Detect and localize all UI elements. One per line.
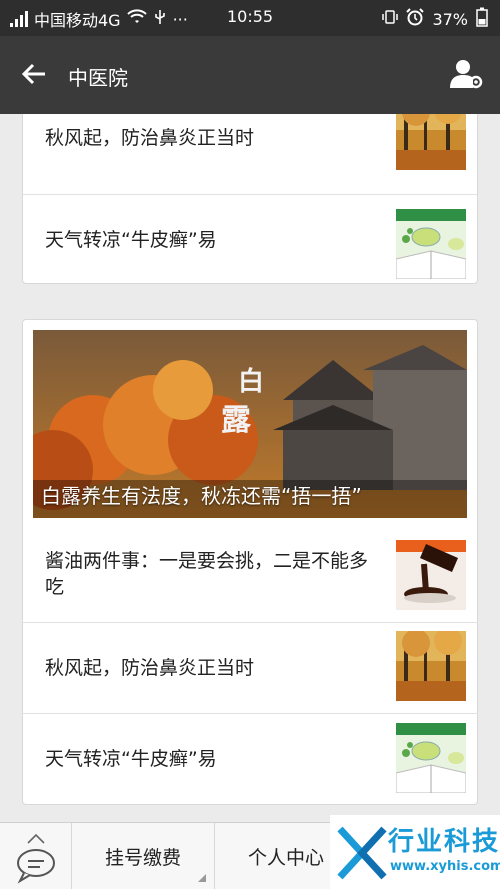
tab-register-pay[interactable]: 挂号缴费 — [72, 823, 215, 889]
alarm-icon — [406, 8, 425, 30]
app-header: 中医院 — [0, 36, 500, 114]
battery-icon — [476, 7, 488, 31]
page-title: 中医院 — [68, 66, 128, 90]
xyhis-logo-icon — [337, 826, 387, 880]
signal-icon — [10, 11, 28, 27]
tea-book-thumbnail — [396, 723, 466, 793]
chevron-up-icon — [27, 833, 45, 844]
user-settings-icon[interactable] — [448, 56, 484, 92]
watermark-url: www.xyhis.com — [390, 859, 500, 874]
wifi-icon — [126, 9, 147, 29]
vibrate-icon — [382, 9, 399, 29]
banner-art-text: 白 — [238, 366, 264, 397]
article-card: 秋风起，防治鼻炎正当时 天气转凉“牛皮癣”易 — [22, 114, 478, 284]
article-title: 秋风起，防治鼻炎正当时 — [45, 127, 255, 149]
featured-article-banner[interactable]: 白 露 白露养生有法度，秋冻还需“捂一捂” — [33, 330, 467, 518]
chat-bubble-icon — [17, 849, 55, 877]
article-title: 天气转凉“牛皮癣”易 — [45, 229, 217, 251]
carrier-label: 中国移动4G — [34, 11, 121, 30]
back-arrow-icon[interactable] — [20, 60, 48, 88]
banner-caption: 白露养生有法度，秋冻还需“捂一捂” — [41, 484, 362, 508]
banner-art-text: 露 — [221, 403, 252, 438]
article-feed[interactable]: 秋风起，防治鼻炎正当时 天气转凉“牛皮癣”易 白 露 白露养生有法度，秋冻还需“… — [0, 114, 500, 822]
article-item[interactable]: 秋风起，防治鼻炎正当时 — [23, 623, 477, 713]
tab-label: 个人中心 — [247, 847, 324, 869]
usb-icon — [153, 9, 167, 29]
article-item[interactable]: 天气转凉“牛皮癣”易 — [23, 195, 477, 285]
article-item[interactable]: 秋风起，防治鼻炎正当时 — [23, 114, 477, 195]
chat-keyboard-toggle[interactable] — [0, 823, 72, 889]
autumn-trees-thumbnail — [396, 631, 466, 701]
status-bar: 中国移动4G ··· 10:55 37% — [0, 0, 500, 36]
submenu-indicator-icon — [198, 874, 206, 882]
article-title: 酱油两件事：一是要会挑，二是不能多吃 — [45, 550, 369, 598]
watermark-logo: 行业科技 www.xyhis.com — [330, 815, 500, 889]
autumn-trees-thumbnail — [396, 114, 466, 170]
watermark-name: 行业科技 — [388, 827, 500, 857]
article-item[interactable]: 天气转凉“牛皮癣”易 — [23, 714, 477, 804]
article-title: 秋风起，防治鼻炎正当时 — [45, 657, 255, 679]
battery-label: 37% — [432, 9, 468, 29]
more-icon: ··· — [172, 9, 188, 29]
status-time: 10:55 — [227, 7, 274, 26]
soy-sauce-thumbnail — [396, 540, 466, 610]
article-item[interactable]: 酱油两件事：一是要会挑，二是不能多吃 — [23, 530, 477, 620]
article-title: 天气转凉“牛皮癣”易 — [45, 748, 217, 770]
article-card: 白 露 白露养生有法度，秋冻还需“捂一捂” 酱油两件事：一是要会挑，二是不能多吃… — [22, 319, 478, 805]
tea-book-thumbnail — [396, 209, 466, 279]
tab-label: 挂号缴费 — [104, 847, 181, 869]
